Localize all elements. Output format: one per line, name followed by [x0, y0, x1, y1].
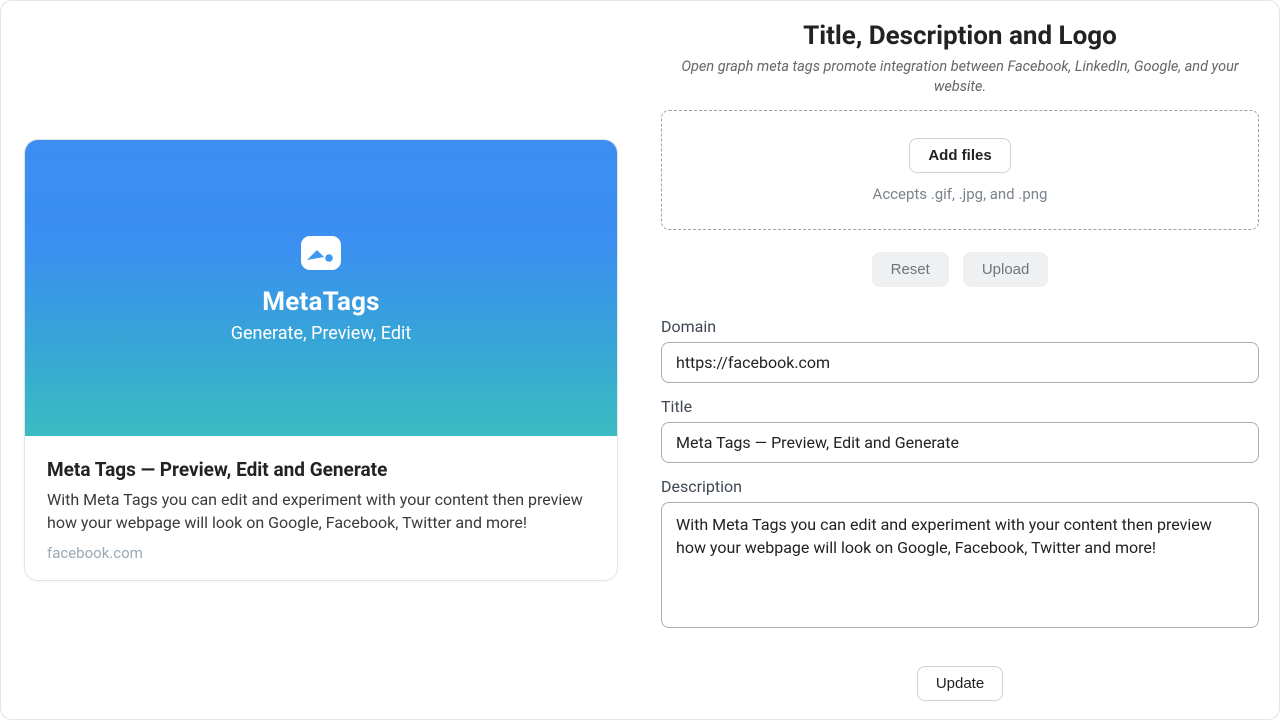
preview-title: Meta Tags — Preview, Edit and Generate: [47, 458, 595, 481]
title-input[interactable]: [661, 422, 1259, 463]
metatags-logo-icon: [300, 233, 342, 275]
domain-input[interactable]: [661, 342, 1259, 383]
dropzone-accepts-text: Accepts .gif, .jpg, and .png: [873, 185, 1048, 203]
preview-column: MetaTags Generate, Preview, Edit Meta Ta…: [21, 19, 621, 701]
title-field-group: Title: [661, 397, 1259, 463]
preview-description: With Meta Tags you can edit and experime…: [47, 489, 595, 534]
domain-label: Domain: [661, 317, 1259, 336]
preview-body: Meta Tags — Preview, Edit and Generate W…: [25, 436, 617, 580]
description-field-group: Description With Meta Tags you can edit …: [661, 477, 1259, 632]
domain-field-group: Domain: [661, 317, 1259, 383]
preview-card: MetaTags Generate, Preview, Edit Meta Ta…: [24, 139, 618, 581]
preview-image: MetaTags Generate, Preview, Edit: [25, 140, 617, 436]
update-button[interactable]: Update: [917, 666, 1003, 701]
file-dropzone[interactable]: Add files Accepts .gif, .jpg, and .png: [661, 110, 1259, 230]
form-column: Title, Description and Logo Open graph m…: [661, 19, 1259, 701]
app-frame: MetaTags Generate, Preview, Edit Meta Ta…: [0, 0, 1280, 720]
preview-brand-tagline: Generate, Preview, Edit: [231, 323, 412, 344]
preview-brand-name: MetaTags: [262, 287, 379, 317]
add-files-button[interactable]: Add files: [909, 138, 1010, 173]
preview-domain-display: facebook.com: [47, 544, 595, 562]
upload-button-row: Reset Upload: [661, 252, 1259, 287]
page-title: Title, Description and Logo: [661, 21, 1259, 51]
reset-button[interactable]: Reset: [872, 252, 949, 287]
page-subtitle: Open graph meta tags promote integration…: [680, 57, 1240, 96]
description-textarea[interactable]: With Meta Tags you can edit and experime…: [661, 502, 1259, 628]
description-label: Description: [661, 477, 1259, 496]
update-row: Update: [661, 666, 1259, 701]
upload-button[interactable]: Upload: [963, 252, 1049, 287]
title-label: Title: [661, 397, 1259, 416]
